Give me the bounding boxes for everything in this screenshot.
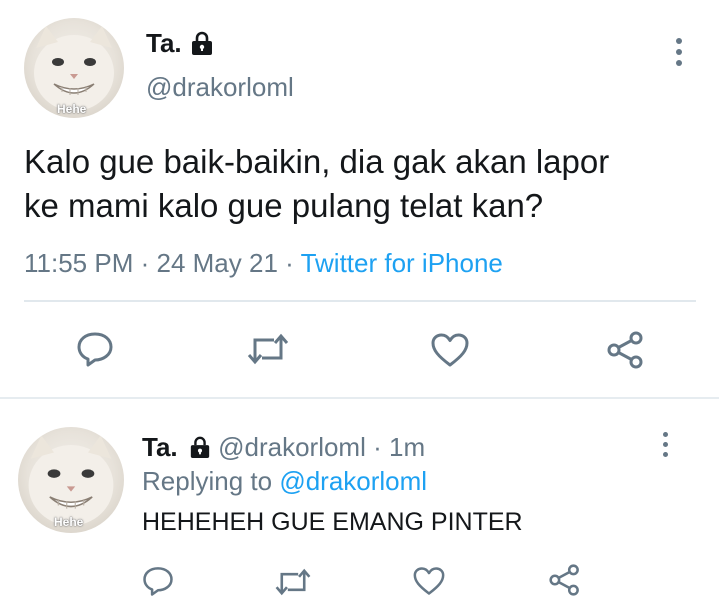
meta-separator: · xyxy=(140,248,150,278)
lock-icon xyxy=(190,31,214,55)
thread-separator xyxy=(0,397,719,399)
reply-avatar[interactable]: Hehe xyxy=(18,427,124,533)
reply-header: Ta. @drakorloml · 1m xyxy=(142,432,425,463)
reply-icon[interactable] xyxy=(76,330,114,368)
display-name[interactable]: Ta. xyxy=(146,28,182,59)
avatar-caption: Hehe xyxy=(57,102,87,116)
tweet-date: 24 May 21 xyxy=(156,248,278,278)
tweet-source-link[interactable]: Twitter for iPhone xyxy=(301,248,503,278)
lock-icon xyxy=(189,434,211,458)
meta-separator: · xyxy=(373,432,382,462)
retweet-icon[interactable] xyxy=(274,567,312,597)
reply-text: HEHEHEH GUE EMANG PINTER xyxy=(142,508,523,536)
share-icon[interactable] xyxy=(548,564,582,596)
tweet-text: Kalo gue baik-baikin, dia gak akan lapor… xyxy=(24,140,609,228)
divider xyxy=(24,300,696,302)
avatar-caption: Hehe xyxy=(54,515,84,529)
reply-handle[interactable]: @drakorloml xyxy=(218,432,366,462)
tweet-text-line-1: Kalo gue baik-baikin, dia gak akan lapor xyxy=(24,143,610,180)
replying-to-label: Replying to xyxy=(142,466,273,496)
replying-to: Replying to @drakorloml xyxy=(142,466,427,497)
handle[interactable]: @drakorloml xyxy=(146,72,294,103)
more-options-icon[interactable] xyxy=(672,38,686,68)
heart-icon[interactable] xyxy=(412,566,446,596)
more-options-icon[interactable] xyxy=(659,432,671,460)
replying-to-handle[interactable]: @drakorloml xyxy=(279,466,427,496)
reply-icon[interactable] xyxy=(142,565,174,597)
tweet-text-line-2: ke mami kalo gue pulang telat kan? xyxy=(24,187,544,224)
share-icon[interactable] xyxy=(606,331,646,369)
reply-time-ago: 1m xyxy=(389,432,426,462)
heart-icon[interactable] xyxy=(430,332,470,368)
tweet-meta: 11:55 PM · 24 May 21 · Twitter for iPhon… xyxy=(24,248,503,279)
avatar[interactable]: Hehe xyxy=(24,18,124,118)
meta-separator: · xyxy=(285,248,294,278)
retweet-icon[interactable] xyxy=(246,332,290,366)
reply-display-name[interactable]: Ta. xyxy=(142,432,178,462)
tweet-time: 11:55 PM xyxy=(24,248,134,278)
